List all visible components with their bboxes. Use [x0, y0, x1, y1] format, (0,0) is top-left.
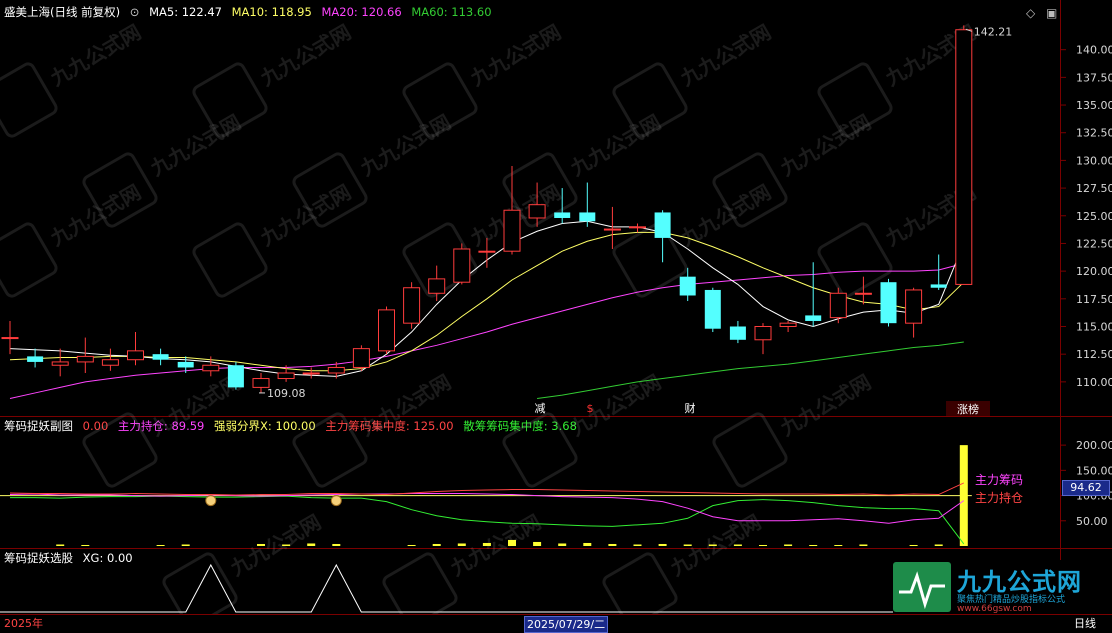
dropdown-icon[interactable]: ⊙: [130, 5, 140, 19]
sub1-title[interactable]: 筹码捉妖副图: [4, 419, 73, 433]
price-pane: 盛美上海(日线 前复权) ⊙ MA5: 122.47 MA10: 118.95 …: [0, 0, 1112, 416]
price-header: 盛美上海(日线 前复权) ⊙ MA5: 122.47 MA10: 118.95 …: [4, 2, 498, 22]
sub2-xg: XG: 0.00: [82, 551, 133, 565]
restore-icon[interactable]: ◇: [1026, 6, 1035, 20]
site-logo: 九九公式网 聚焦热门精品炒股指标公式 www.66gsw.com: [893, 560, 1111, 614]
bottom-bar: 2025年 2025/07/29/二 日线: [0, 614, 1112, 633]
settings-icon[interactable]: ▣: [1046, 6, 1057, 20]
stock-title[interactable]: 盛美上海(日线 前复权): [4, 5, 120, 19]
sub1-header: 筹码捉妖副图 0.00 主力持仓: 89.59 强弱分界X: 100.00 主力…: [4, 416, 583, 436]
sub1-main-hold: 主力持仓: 89.59: [117, 419, 205, 433]
year-label: 2025年: [4, 617, 43, 630]
ma10-label: MA10: 118.95: [231, 5, 312, 19]
logo-url: www.66gsw.com: [957, 604, 1032, 614]
ma60-label: MA60: 113.60: [411, 5, 492, 19]
period-label[interactable]: 日线: [1074, 615, 1096, 633]
ma5-label: MA5: 122.47: [149, 5, 222, 19]
sub1-pane: 筹码捉妖副图 0.00 主力持仓: 89.59 强弱分界X: 100.00 主力…: [0, 417, 1112, 548]
date-label[interactable]: 2025/07/29/二: [524, 616, 609, 633]
axis-divider: [1060, 0, 1061, 632]
sub1-main-conc: 主力筹码集中度: 125.00: [325, 419, 454, 433]
sub2-header: 筹码捉妖选股 XG: 0.00: [4, 548, 139, 568]
ma20-label: MA20: 120.66: [321, 5, 402, 19]
sub1-retail-conc: 散筹筹码集中度: 3.68: [463, 419, 577, 433]
sub1-price-tag: 94.62: [1062, 480, 1110, 496]
sub1-zero: 0.00: [82, 419, 109, 433]
sub2-title[interactable]: 筹码捉妖选股: [4, 551, 73, 565]
logo-icon: [893, 562, 951, 612]
sub1-strength: 强弱分界X: 100.00: [214, 419, 316, 433]
